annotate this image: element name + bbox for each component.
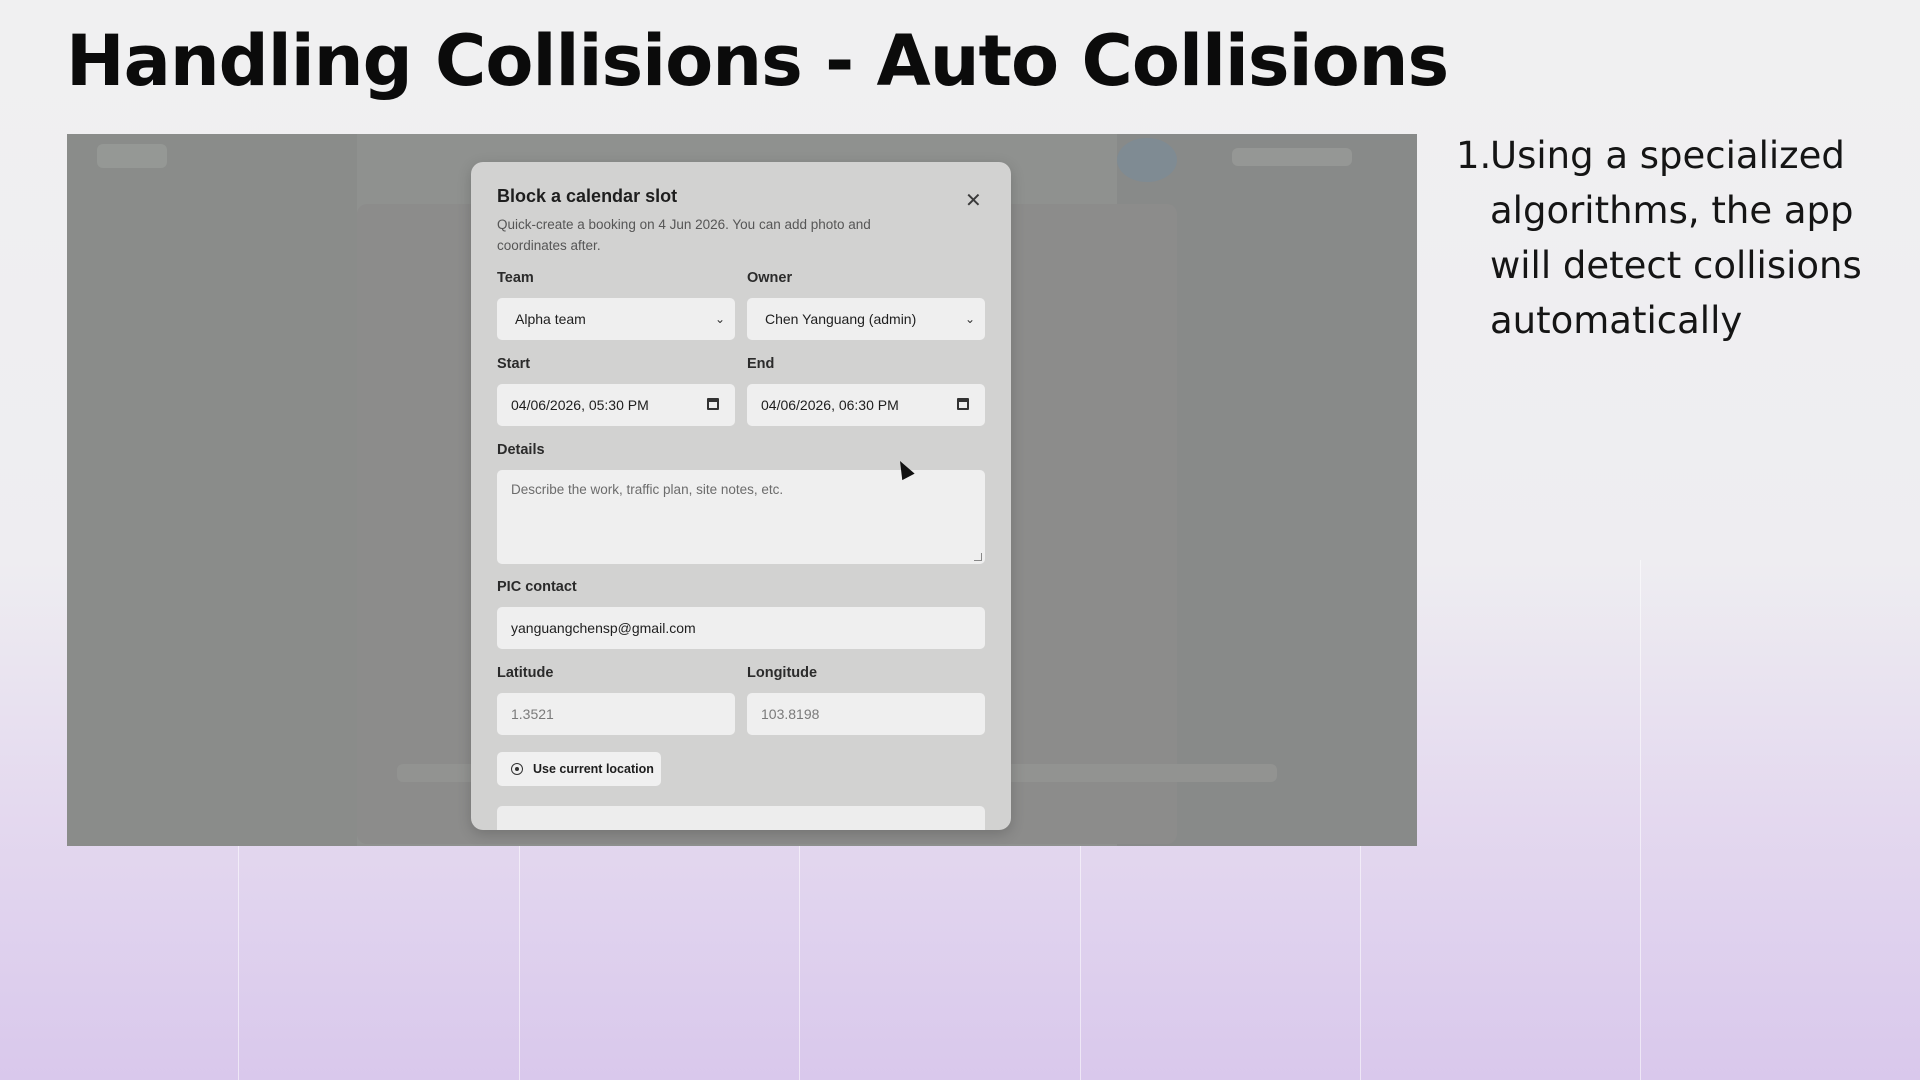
start-value: 04/06/2026, 05:30 PM — [511, 397, 649, 413]
blurred-avatar — [1117, 138, 1177, 182]
list-text: Using a specialized algorithms, the app … — [1490, 134, 1862, 342]
location-target-icon — [511, 763, 523, 775]
calendar-icon[interactable] — [707, 398, 719, 410]
slide-title: Handling Collisions - Auto Collisions — [66, 20, 1449, 102]
end-value: 04/06/2026, 06:30 PM — [761, 397, 899, 413]
modal-subtitle: Quick-create a booking on 4 Jun 2026. Yo… — [497, 217, 871, 253]
use-current-location-button[interactable]: Use current location — [497, 752, 661, 786]
chevron-down-icon: ⌄ — [964, 312, 975, 326]
longitude-input[interactable]: 103.8198 — [747, 693, 985, 735]
blurred-logo — [97, 144, 167, 168]
end-label: End — [747, 356, 775, 372]
team-select[interactable]: Alpha team ⌄ — [497, 298, 735, 340]
chevron-down-icon: ⌄ — [714, 312, 725, 326]
owner-select[interactable]: Chen Yanguang (admin) ⌄ — [747, 298, 985, 340]
latitude-label: Latitude — [497, 665, 554, 681]
team-label: Team — [497, 270, 534, 286]
next-field-partial[interactable] — [497, 806, 985, 830]
start-label: Start — [497, 356, 531, 372]
end-datetime-input[interactable]: 04/06/2026, 06:30 PM — [747, 384, 985, 426]
team-value: Alpha team — [515, 311, 586, 327]
close-icon[interactable]: ✕ — [965, 188, 982, 213]
owner-value: Chen Yanguang (admin) — [765, 311, 917, 327]
start-datetime-input[interactable]: 04/06/2026, 05:30 PM — [497, 384, 735, 426]
longitude-label: Longitude — [747, 665, 818, 681]
details-placeholder: Describe the work, traffic plan, site no… — [511, 482, 784, 497]
longitude-placeholder: 103.8198 — [761, 706, 820, 722]
latitude-placeholder: 1.3521 — [511, 706, 554, 722]
block-slot-modal: Block a calendar slot ✕ Quick-create a b… — [471, 162, 1011, 830]
details-label: Details — [497, 442, 545, 458]
latitude-input[interactable]: 1.3521 — [497, 693, 735, 735]
blurred-user-name — [1232, 148, 1352, 166]
pic-contact-input[interactable]: yanguangchensp@gmail.com — [497, 607, 985, 649]
notes-list: 1. Using a specialized algorithms, the a… — [1456, 128, 1896, 348]
list-number: 1. — [1456, 134, 1492, 177]
pic-contact-label: PIC contact — [497, 579, 577, 595]
details-textarea[interactable]: Describe the work, traffic plan, site no… — [497, 470, 985, 564]
app-screenshot: Block a calendar slot ✕ Quick-create a b… — [67, 134, 1417, 846]
owner-label: Owner — [747, 270, 793, 286]
resize-handle-icon[interactable] — [974, 553, 982, 561]
list-item: 1. Using a specialized algorithms, the a… — [1456, 128, 1896, 348]
blurred-sidebar — [67, 134, 357, 846]
modal-title: Block a calendar slot — [497, 186, 678, 206]
calendar-icon[interactable] — [957, 398, 969, 410]
pic-contact-value: yanguangchensp@gmail.com — [511, 620, 696, 636]
use-location-label: Use current location — [533, 762, 654, 776]
